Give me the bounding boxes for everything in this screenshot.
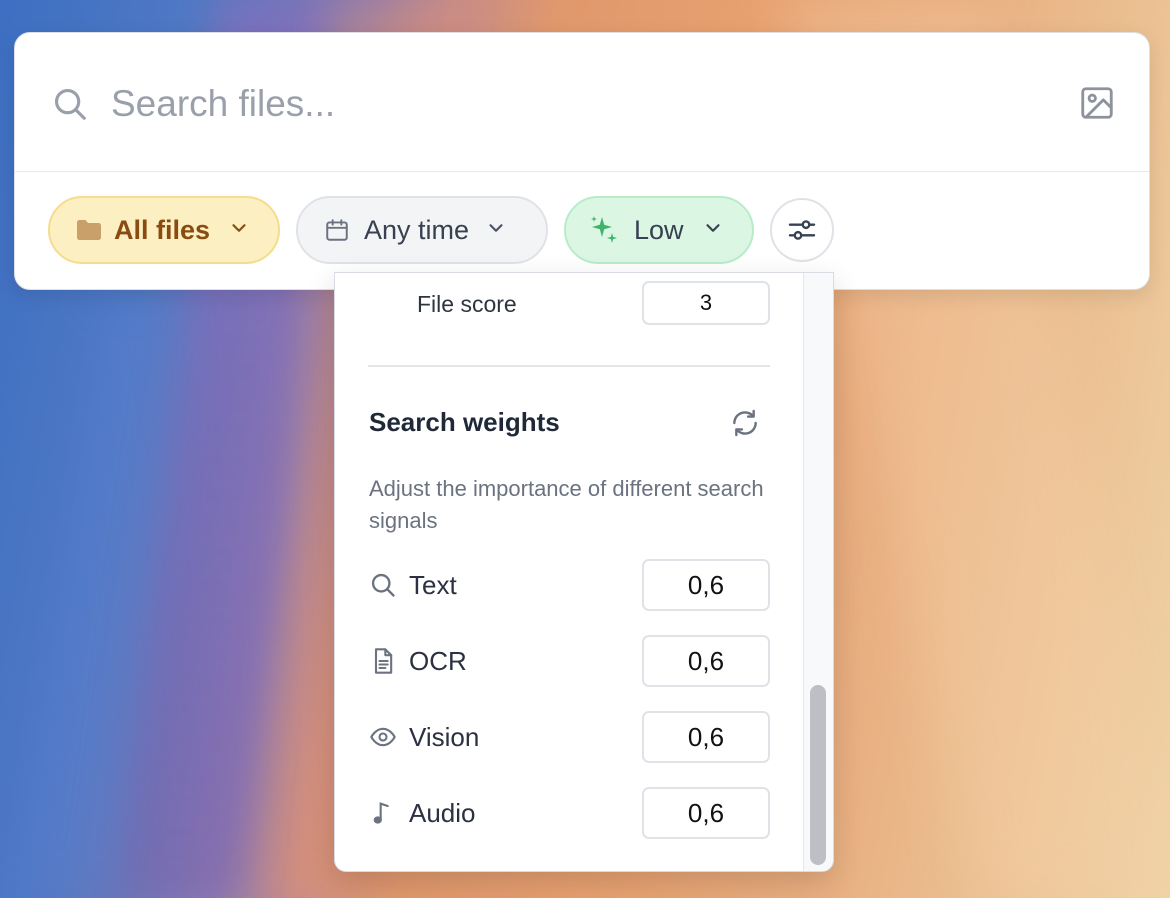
weight-row-audio: Audio	[335, 787, 805, 839]
text-weight-input[interactable]	[642, 559, 770, 611]
chevron-down-icon	[702, 215, 724, 246]
image-icon	[1081, 87, 1113, 119]
divider	[368, 365, 770, 367]
chevron-down-icon	[485, 215, 507, 246]
file-type-filter[interactable]: All files	[48, 196, 280, 264]
search-weights-title: Search weights	[369, 407, 560, 437]
search-icon	[371, 573, 395, 597]
folder-icon	[76, 219, 102, 241]
sliders-icon	[788, 220, 816, 240]
time-filter-label: Any time	[364, 214, 470, 245]
eye-icon	[370, 727, 396, 747]
document-icon	[374, 648, 393, 674]
advanced-settings-button[interactable]	[770, 198, 834, 262]
ocr-weight-input[interactable]	[642, 635, 770, 687]
settings-dropdown-panel: File score Search weights Adjust the imp…	[334, 272, 834, 872]
file-type-label: All files	[114, 214, 211, 245]
music-note-icon	[373, 802, 389, 824]
scrollbar-track[interactable]	[803, 273, 833, 871]
file-score-row: File score	[335, 281, 805, 325]
refresh-icon[interactable]	[729, 407, 761, 439]
weight-label: Audio	[409, 798, 476, 828]
search-row	[15, 33, 1149, 172]
chevron-down-icon	[228, 215, 250, 246]
file-score-input[interactable]	[642, 281, 770, 325]
scrollbar-thumb[interactable]	[810, 685, 826, 865]
search-icon	[54, 88, 86, 120]
weight-row-vision: Vision	[335, 711, 805, 763]
weight-label: Text	[409, 570, 457, 600]
time-filter[interactable]: Any time	[296, 196, 548, 264]
audio-weight-input[interactable]	[642, 787, 770, 839]
background-streak	[17, 300, 183, 898]
sparkles-icon	[588, 214, 620, 246]
weight-label: OCR	[409, 646, 467, 676]
vision-weight-input[interactable]	[642, 711, 770, 763]
search-weights-description: Adjust the importance of different searc…	[369, 476, 764, 533]
calendar-icon	[324, 217, 350, 243]
quality-filter-label: Low	[634, 214, 684, 245]
weight-row-ocr: OCR	[335, 635, 805, 687]
weight-label: Vision	[409, 722, 480, 752]
weight-row-text: Text	[335, 559, 805, 611]
search-input[interactable]	[111, 77, 1011, 131]
search-card: All files Any time Low	[14, 32, 1150, 290]
quality-filter[interactable]: Low	[564, 196, 754, 264]
image-search-button[interactable]	[1075, 83, 1119, 123]
file-score-label: File score	[417, 291, 517, 317]
